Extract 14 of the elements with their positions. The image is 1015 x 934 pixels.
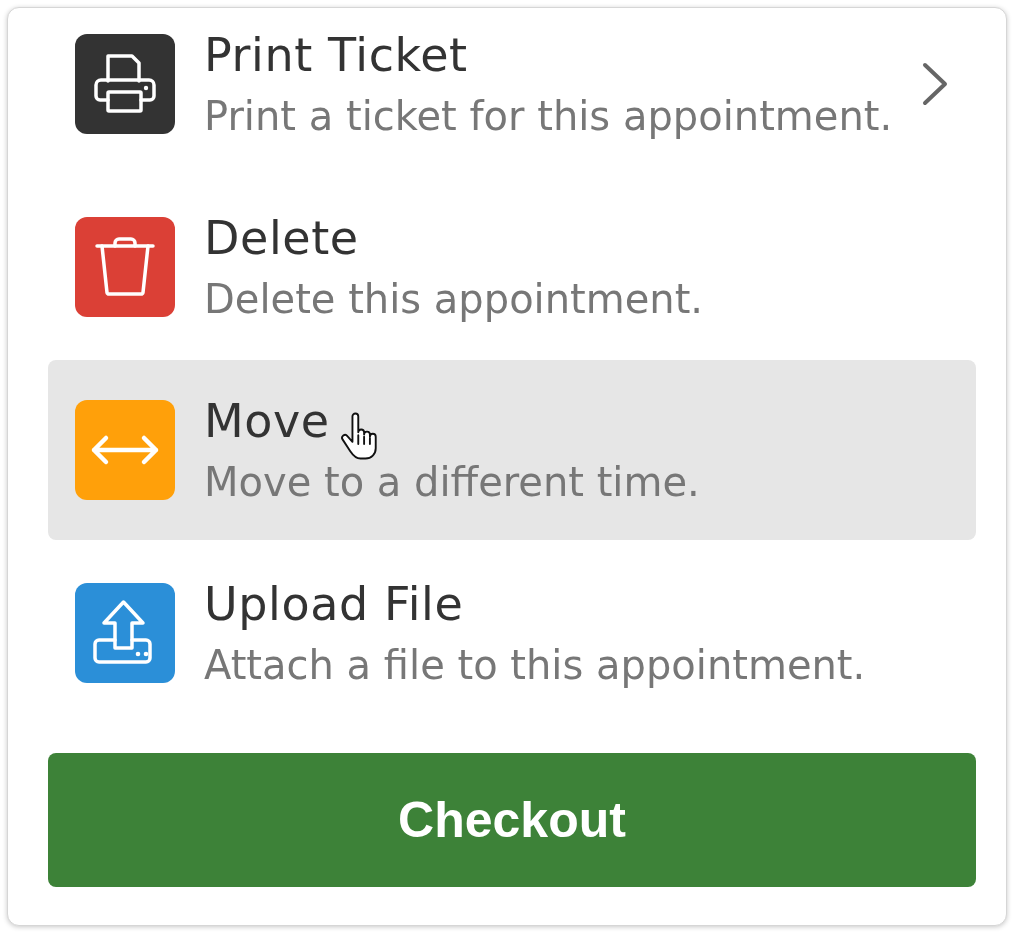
menu-item[interactable]: Move Move to a different time.	[48, 360, 976, 540]
menu-item[interactable]: Delete Delete this appointment.	[48, 177, 976, 357]
checkout-button[interactable]: Checkout	[48, 753, 976, 887]
hand-cursor-icon	[340, 412, 378, 460]
item-title: Delete	[204, 212, 359, 264]
menu-item[interactable]: Upload File Attach a file to this appointment.	[48, 543, 976, 723]
item-title: Print Ticket	[204, 29, 468, 81]
item-description: Move to a different time.	[204, 459, 700, 505]
item-title: Move	[204, 395, 330, 447]
menu-item[interactable]: Print Ticket Print a ticket for this appointment.	[48, 8, 976, 174]
item-title: Upload File	[204, 578, 464, 630]
item-description: Attach a file to this appointment.	[204, 642, 866, 688]
item-description: Print a ticket for this appointment.	[204, 93, 893, 139]
item-description: Delete this appointment.	[204, 276, 704, 322]
